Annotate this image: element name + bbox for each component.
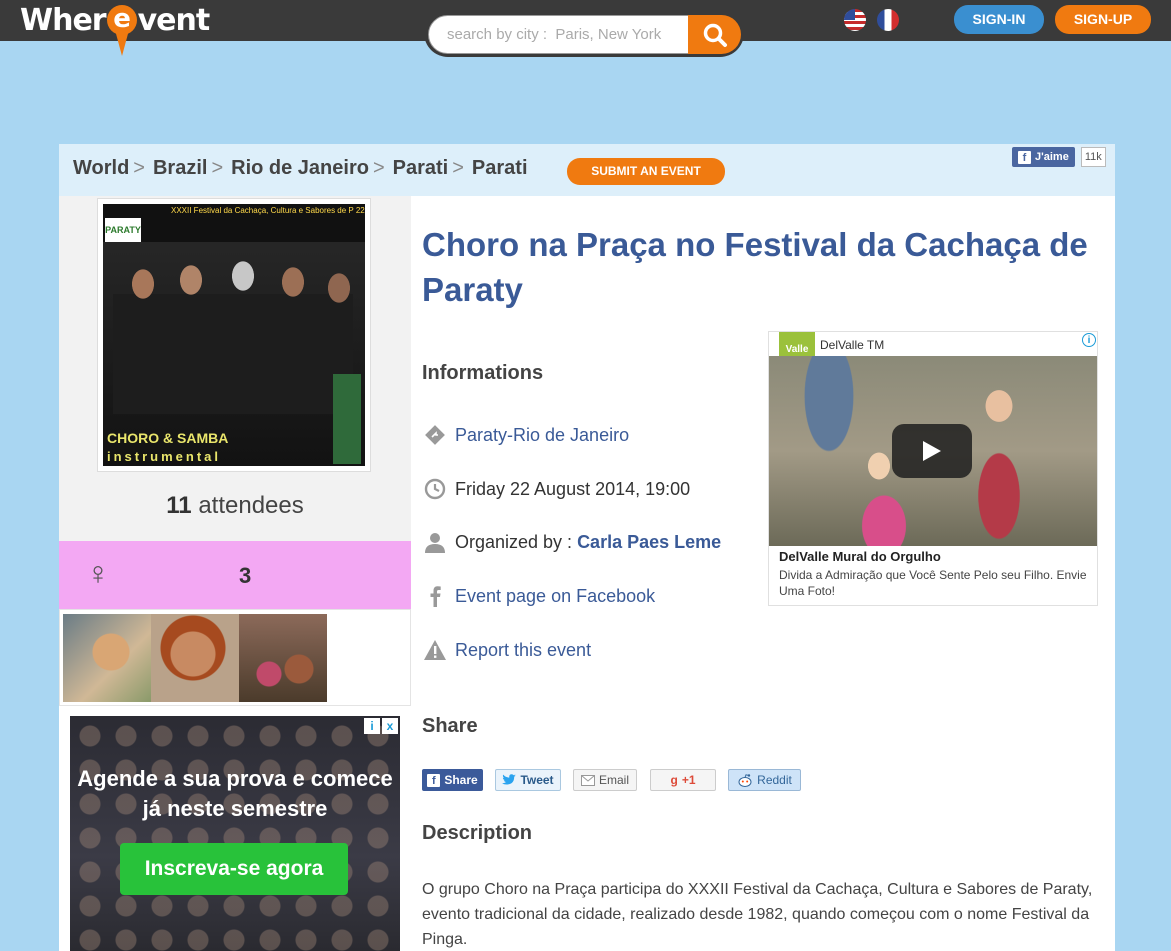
facebook-icon: f bbox=[1018, 150, 1031, 164]
facebook-like-button[interactable]: f J'aime bbox=[1012, 147, 1075, 167]
poster-caption-subtitle: instrumental bbox=[107, 449, 222, 464]
share-reddit-label: Reddit bbox=[757, 773, 792, 787]
breadcrumb-rio[interactable]: Rio de Janeiro bbox=[231, 157, 369, 180]
poster-image: PARATY XXXII Festival da Cachaça, Cultur… bbox=[103, 204, 365, 466]
share-reddit-button[interactable]: Reddit bbox=[728, 769, 801, 791]
video-advertisement[interactable]: Valle DelValle TM i DelValle Mural do Or… bbox=[768, 331, 1098, 606]
city-search-input[interactable] bbox=[428, 15, 690, 54]
logo-text-end: vent bbox=[137, 2, 211, 38]
facebook-event-link[interactable]: Event page on Facebook bbox=[455, 586, 655, 607]
poster-caption-title: CHORO & SAMBA bbox=[107, 430, 229, 446]
ad-background bbox=[70, 716, 400, 951]
datetime-row: Friday 22 August 2014, 19:00 bbox=[422, 477, 690, 501]
sign-up-button[interactable]: SIGN-UP bbox=[1055, 5, 1151, 34]
location-link[interactable]: Paraty-Rio de Janeiro bbox=[455, 425, 629, 446]
report-row: Report this event bbox=[422, 638, 591, 662]
play-icon bbox=[923, 441, 941, 461]
venus-icon: ♀ bbox=[86, 555, 110, 591]
facebook-like-label: J'aime bbox=[1035, 151, 1069, 163]
user-icon bbox=[422, 530, 448, 554]
location-diamond-icon bbox=[422, 423, 448, 447]
play-button[interactable] bbox=[892, 424, 972, 478]
event-title: Choro na Praça no Festival da Cachaça de… bbox=[422, 226, 1088, 308]
breadcrumb-separator: > bbox=[372, 157, 385, 179]
attendees-label: attendees bbox=[198, 492, 304, 519]
event-poster[interactable]: PARATY XXXII Festival da Cachaça, Cultur… bbox=[97, 198, 371, 472]
avatar[interactable] bbox=[151, 614, 239, 702]
site-logo[interactable]: Wher e vent bbox=[20, 2, 211, 56]
facebook-like-widget[interactable]: f J'aime 11k bbox=[1012, 147, 1106, 167]
poster-bottles bbox=[333, 374, 361, 464]
sign-in-button[interactable]: SIGN-IN bbox=[954, 5, 1044, 34]
event-datetime: Friday 22 August 2014, 19:00 bbox=[455, 478, 691, 499]
facebook-like-count: 11k bbox=[1080, 147, 1106, 167]
poster-musicians bbox=[113, 254, 353, 414]
video-ad-text: Divida a Admiração que Você Sente Pelo s… bbox=[779, 568, 1087, 598]
ad-headline: Agende a sua prova e comece já neste sem… bbox=[77, 766, 393, 821]
informations-heading: Informations bbox=[422, 362, 544, 384]
female-count: 3 bbox=[239, 563, 252, 588]
share-email-button[interactable]: Email bbox=[573, 769, 637, 791]
facebook-icon: f bbox=[427, 773, 441, 787]
poster-paraty-badge: PARATY bbox=[105, 218, 141, 242]
gplus-icon: g bbox=[670, 773, 678, 787]
share-facebook-button[interactable]: f Share bbox=[422, 769, 483, 791]
attendees-number: 11 bbox=[166, 492, 192, 519]
organizer-row: Organized by : Carla Paes Leme bbox=[422, 530, 721, 554]
share-gplus-button[interactable]: g +1 bbox=[650, 769, 716, 791]
logo-pin-letter: e bbox=[113, 4, 131, 34]
description-text: O grupo Choro na Praça participa do XXXI… bbox=[422, 881, 1093, 948]
ad-info-icon[interactable]: i bbox=[364, 718, 380, 734]
breadcrumb-world[interactable]: World bbox=[73, 157, 129, 180]
warning-icon bbox=[422, 638, 448, 662]
share-gplus-label: +1 bbox=[681, 773, 696, 787]
breadcrumb-parati-city[interactable]: Parati bbox=[472, 157, 528, 180]
share-twitter-label: Tweet bbox=[520, 773, 554, 787]
breadcrumb: World > Brazil > Rio de Janeiro > Parati > P… bbox=[73, 157, 528, 180]
breadcrumb-parati-region[interactable]: Parati bbox=[393, 157, 449, 180]
location-row: Paraty-Rio de Janeiro bbox=[422, 423, 629, 447]
avatar[interactable] bbox=[63, 614, 151, 702]
logo-pin-icon: e bbox=[106, 4, 137, 56]
left-advertisement[interactable]: i x Agende a sua prova e comece já neste… bbox=[70, 716, 400, 951]
ad-close-icon[interactable]: x bbox=[382, 718, 398, 734]
breadcrumb-separator: > bbox=[211, 157, 224, 179]
poster-header-text: XXXII Festival da Cachaça, Cultura e Sab… bbox=[171, 206, 365, 215]
facebook-f-icon bbox=[422, 584, 448, 608]
organized-by-label: Organized by : bbox=[455, 531, 573, 552]
ad-info-icon[interactable]: i bbox=[1082, 333, 1096, 347]
search-icon bbox=[703, 23, 727, 47]
share-heading: Share bbox=[422, 715, 478, 737]
breadcrumb-separator: > bbox=[133, 157, 145, 179]
share-twitter-button[interactable]: Tweet bbox=[495, 769, 561, 791]
ad-controls: i x bbox=[364, 718, 398, 734]
share-facebook-label: Share bbox=[444, 773, 478, 787]
fr-flag-icon[interactable] bbox=[877, 9, 899, 31]
share-email-label: Email bbox=[598, 773, 629, 787]
us-flag-icon[interactable] bbox=[844, 9, 866, 31]
avatar[interactable] bbox=[239, 614, 327, 702]
clock-icon bbox=[422, 477, 448, 501]
attendees-count: 11 attendees bbox=[59, 492, 411, 520]
video-ad-title[interactable]: DelValle Mural do Orgulho bbox=[779, 549, 941, 564]
organizer-link[interactable]: Carla Paes Leme bbox=[577, 532, 721, 553]
twitter-bird-icon bbox=[502, 774, 517, 785]
brand-name: DelValle TM bbox=[820, 338, 885, 352]
breadcrumb-brazil[interactable]: Brazil bbox=[153, 157, 207, 180]
report-event-link[interactable]: Report this event bbox=[455, 640, 591, 661]
description-heading: Description bbox=[422, 822, 533, 844]
envelope-icon bbox=[580, 774, 595, 786]
breadcrumb-separator: > bbox=[452, 157, 464, 179]
facebook-row: Event page on Facebook bbox=[422, 584, 655, 608]
logo-text-start: Wher bbox=[20, 2, 107, 38]
search-button[interactable] bbox=[688, 15, 741, 54]
gender-band bbox=[59, 541, 411, 609]
submit-event-button[interactable]: SUBMIT AN EVENT bbox=[567, 158, 725, 185]
reddit-alien-icon bbox=[738, 773, 752, 787]
ad-cta-button[interactable]: Inscreva-se agora bbox=[120, 843, 348, 895]
